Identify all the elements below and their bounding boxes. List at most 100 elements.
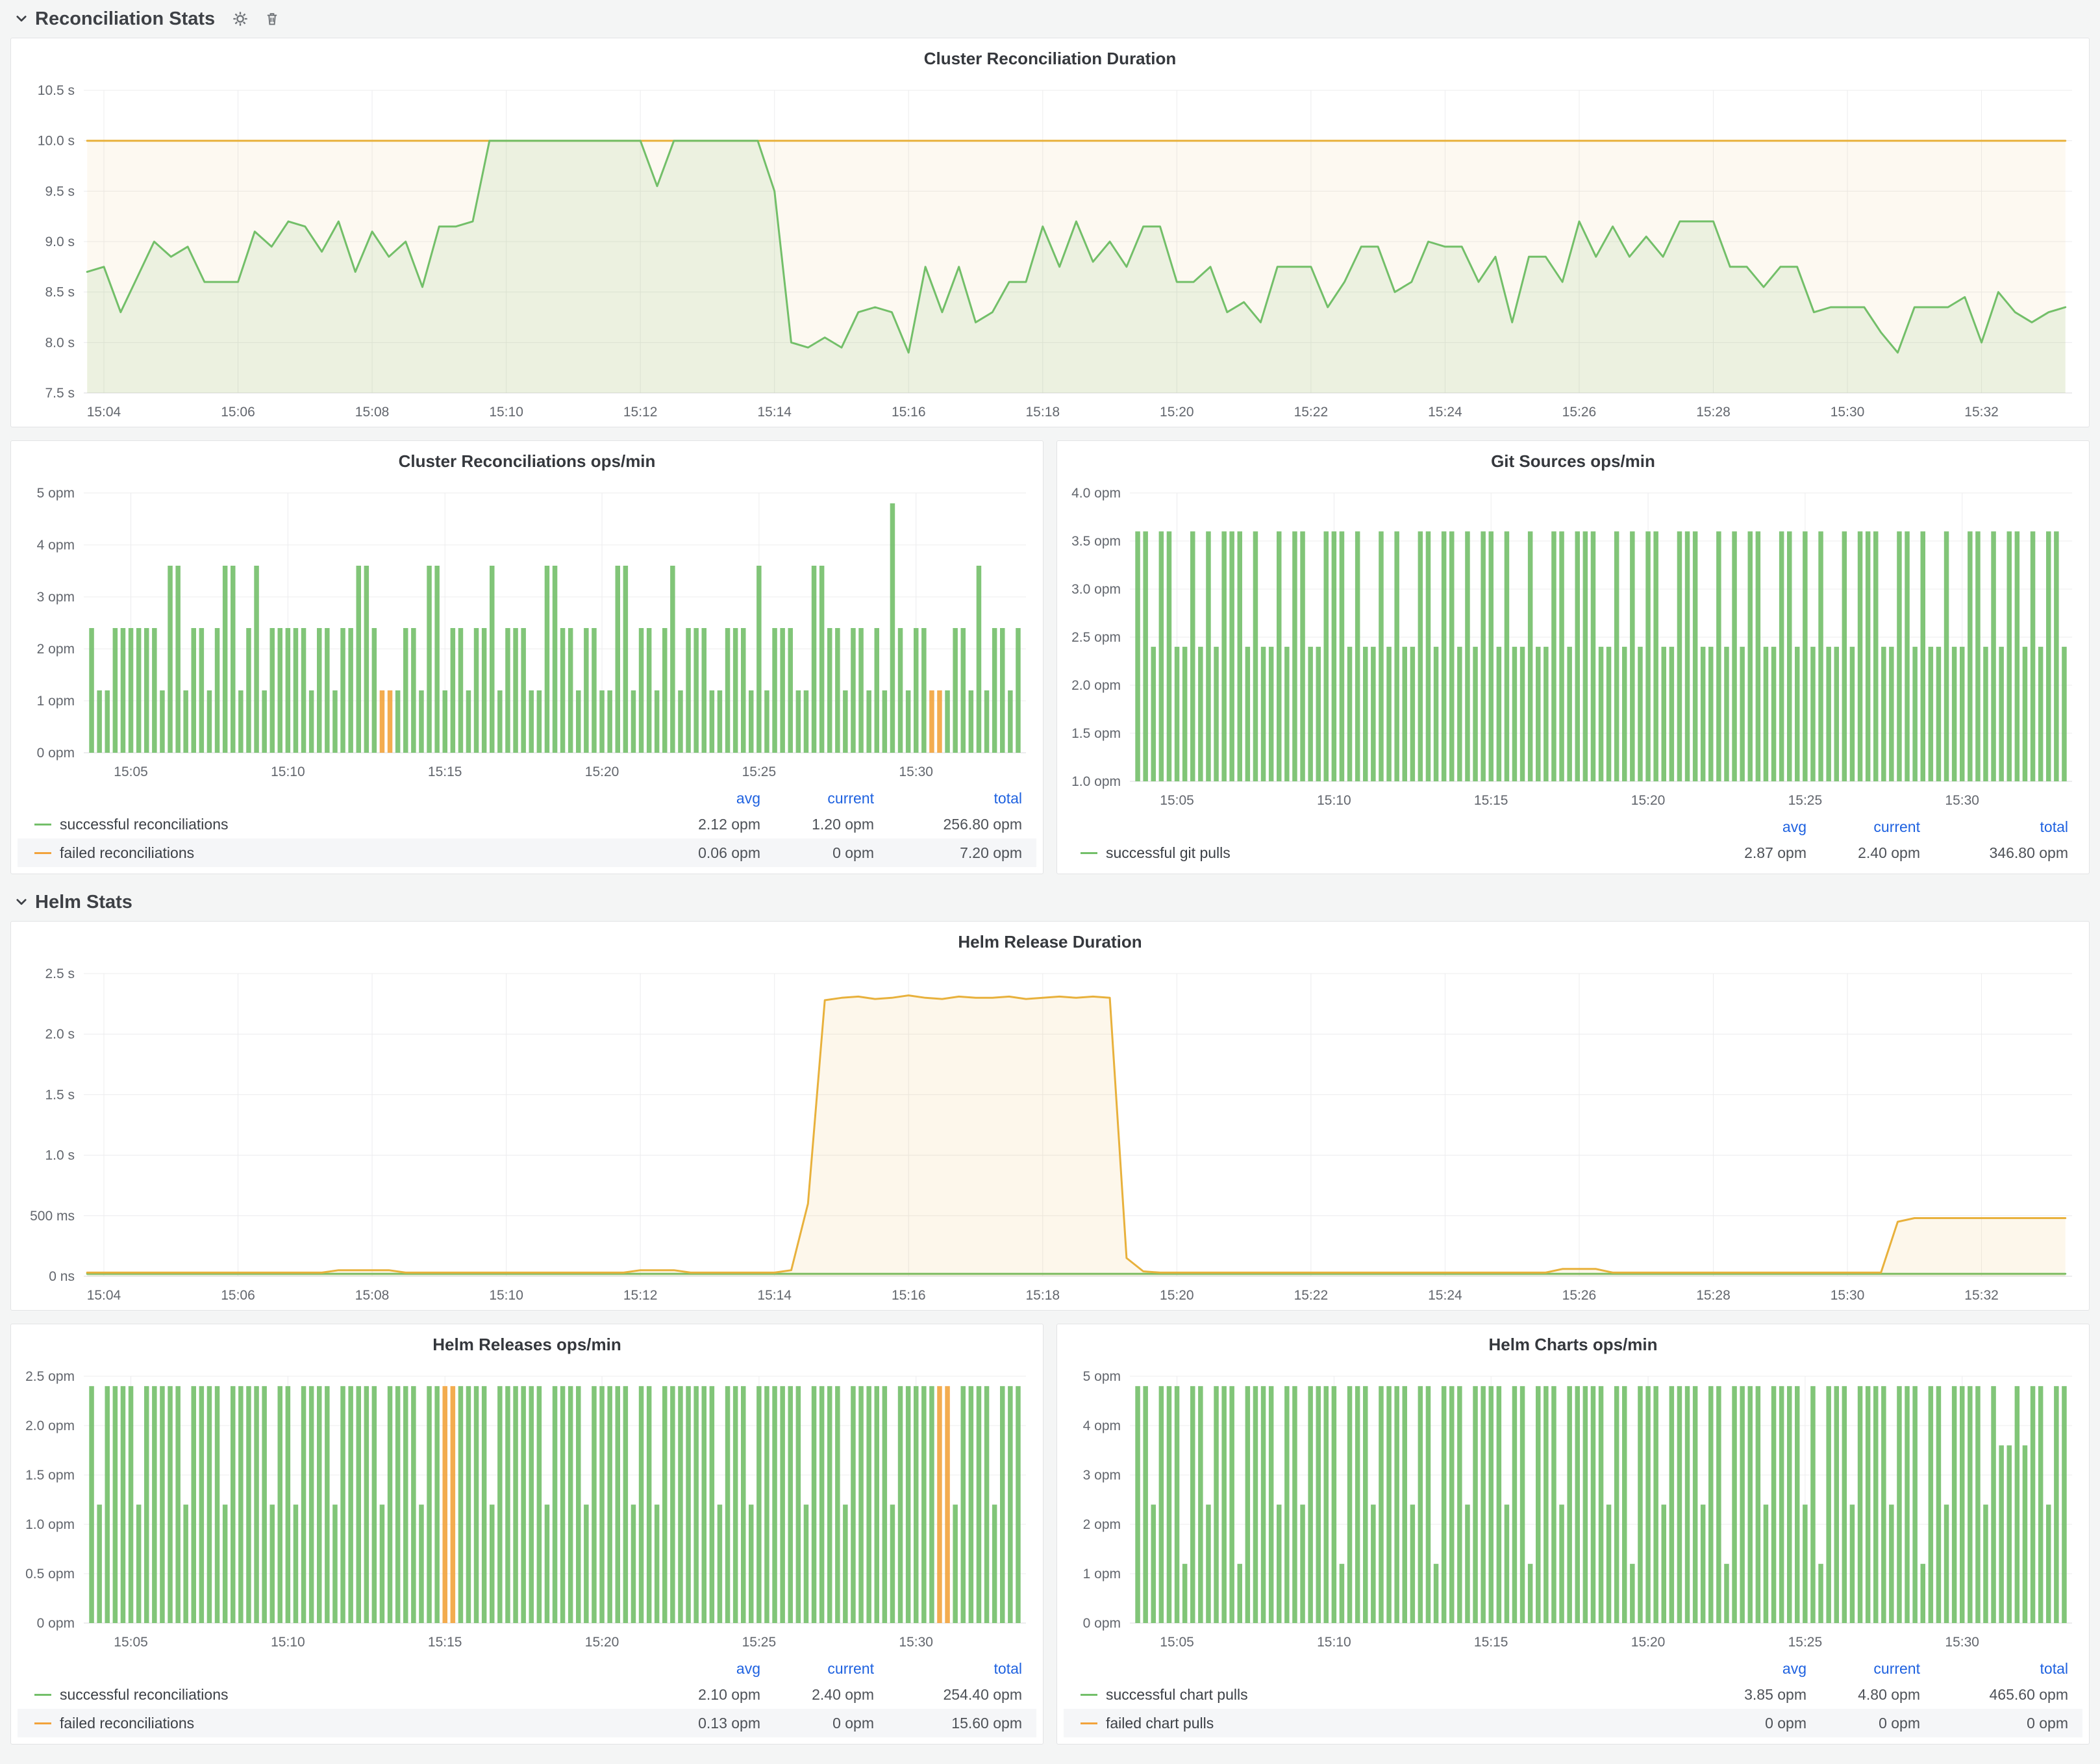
grafana-dashboard: Reconciliation Stats Cluster Reconciliat… bbox=[0, 0, 2100, 1764]
x-axis-label: 15:06 bbox=[221, 405, 255, 420]
y-axis-label: 1 opm bbox=[1083, 1567, 1121, 1581]
legend-row-successful-reconciliations: successful reconciliations 2.10 opm 2.40… bbox=[18, 1680, 1036, 1709]
y-axis-label: 5 opm bbox=[37, 486, 75, 501]
y-axis-label: 9.5 s bbox=[45, 184, 75, 199]
series-color-dash-orange bbox=[34, 852, 51, 854]
total-value: 7.20 opm bbox=[874, 844, 1022, 862]
x-axis-label: 15:08 bbox=[355, 405, 390, 420]
x-axis-label: 15:12 bbox=[623, 1288, 658, 1303]
x-axis-label: 15:20 bbox=[1160, 405, 1194, 420]
section-header-helm-stats[interactable]: Helm Stats bbox=[10, 883, 2090, 921]
chevron-down-icon[interactable] bbox=[14, 12, 29, 26]
series-name[interactable]: failed reconciliations bbox=[60, 1715, 194, 1732]
x-axis-label: 15:05 bbox=[1160, 1635, 1194, 1650]
series-color-dash-green bbox=[34, 1694, 51, 1696]
y-axis-label: 3.5 opm bbox=[1071, 534, 1121, 549]
x-axis-label: 15:05 bbox=[114, 1635, 148, 1650]
chart-helm-release-duration[interactable]: 15:0415:0615:0815:1015:1215:1415:1615:18… bbox=[11, 962, 2089, 1310]
series-toggle-failed-reconciliations[interactable]: failed reconciliations bbox=[34, 1715, 631, 1732]
panel-title-cluster-reconciliations-opm[interactable]: Cluster Reconciliations ops/min bbox=[11, 441, 1043, 481]
current-value: 2.40 opm bbox=[1806, 844, 1920, 862]
series-name[interactable]: failed reconciliations bbox=[60, 844, 194, 862]
x-axis-label: 15:20 bbox=[1631, 1635, 1666, 1650]
legend-col-current[interactable]: current bbox=[1806, 1660, 1920, 1678]
y-axis-label: 10.0 s bbox=[38, 134, 75, 149]
legend-col-total[interactable]: total bbox=[1920, 818, 2068, 836]
series-name[interactable]: successful reconciliations bbox=[60, 1686, 229, 1704]
avg-value: 2.12 opm bbox=[631, 816, 760, 833]
series-name[interactable]: successful reconciliations bbox=[60, 816, 229, 833]
y-axis-label: 2.0 s bbox=[45, 1027, 75, 1042]
y-axis-label: 3.0 opm bbox=[1071, 582, 1121, 597]
x-axis-label: 15:18 bbox=[1026, 405, 1060, 420]
series-toggle-successful-reconciliations[interactable]: successful reconciliations bbox=[34, 1686, 631, 1704]
gear-icon[interactable] bbox=[232, 10, 249, 27]
panel-title-helm-charts-opm[interactable]: Helm Charts ops/min bbox=[1057, 1324, 2089, 1365]
x-axis-label: 15:16 bbox=[892, 1288, 926, 1303]
x-axis-label: 15:28 bbox=[1696, 1288, 1731, 1303]
panel-title-cluster-reconciliation-duration[interactable]: Cluster Reconciliation Duration bbox=[11, 38, 2089, 79]
series-name[interactable]: successful chart pulls bbox=[1106, 1686, 1248, 1704]
x-axis-label: 15:20 bbox=[585, 764, 619, 779]
total-value: 346.80 opm bbox=[1920, 844, 2068, 862]
x-axis-label: 15:22 bbox=[1294, 1288, 1329, 1303]
legend-header-row: avg current total bbox=[18, 787, 1036, 810]
legend-col-current[interactable]: current bbox=[760, 1660, 874, 1678]
legend-col-total[interactable]: total bbox=[874, 1660, 1022, 1678]
x-axis-label: 15:04 bbox=[87, 405, 121, 420]
legend-col-total[interactable]: total bbox=[874, 790, 1022, 807]
chevron-down-icon[interactable] bbox=[14, 895, 29, 909]
y-axis-label: 1.0 opm bbox=[25, 1517, 75, 1532]
x-axis-label: 15:10 bbox=[271, 1635, 305, 1650]
legend-col-avg[interactable]: avg bbox=[1677, 1660, 1806, 1678]
legend-row-failed-chart-pulls: failed chart pulls 0 opm 0 opm 0 opm bbox=[1064, 1709, 2082, 1737]
series-toggle-failed-chart-pulls[interactable]: failed chart pulls bbox=[1081, 1715, 1677, 1732]
y-axis-label: 1.0 s bbox=[45, 1148, 75, 1163]
x-axis-label: 15:24 bbox=[1428, 1288, 1462, 1303]
x-axis-label: 15:30 bbox=[899, 1635, 933, 1650]
legend-col-total[interactable]: total bbox=[1920, 1660, 2068, 1678]
series-toggle-successful-chart-pulls[interactable]: successful chart pulls bbox=[1081, 1686, 1677, 1704]
panel-title-git-sources-opm[interactable]: Git Sources ops/min bbox=[1057, 441, 2089, 481]
legend-col-current[interactable]: current bbox=[1806, 818, 1920, 836]
x-axis-label: 15:20 bbox=[1160, 1288, 1194, 1303]
legend-row-failed-reconciliations: failed reconciliations 0.06 opm 0 opm 7.… bbox=[18, 838, 1036, 867]
series-name[interactable]: successful git pulls bbox=[1106, 844, 1231, 862]
section-header-reconciliation-stats[interactable]: Reconciliation Stats bbox=[10, 0, 2090, 38]
x-axis-label: 15:08 bbox=[355, 1288, 390, 1303]
chart-cluster-reconciliations-opm[interactable]: 15:0515:1015:1515:2015:2515:305 opm4 opm… bbox=[11, 481, 1043, 787]
x-axis-label: 15:15 bbox=[1474, 1635, 1508, 1650]
y-axis-label: 10.5 s bbox=[38, 83, 75, 98]
legend-col-avg[interactable]: avg bbox=[631, 1660, 760, 1678]
series-toggle-successful-reconciliations[interactable]: successful reconciliations bbox=[34, 816, 631, 833]
avg-value: 2.87 opm bbox=[1677, 844, 1806, 862]
panel-helm-release-duration: Helm Release Duration 15:0415:0615:0815:… bbox=[10, 921, 2090, 1311]
total-value: 256.80 opm bbox=[874, 816, 1022, 833]
x-axis-label: 15:32 bbox=[1964, 1288, 1999, 1303]
section-title-reconciliation-stats[interactable]: Reconciliation Stats bbox=[35, 8, 215, 30]
panel-title-helm-releases-opm[interactable]: Helm Releases ops/min bbox=[11, 1324, 1043, 1365]
chart-cluster-reconciliation-duration[interactable]: 15:0415:0615:0815:1015:1215:1415:1615:18… bbox=[11, 79, 2089, 427]
panel-cluster-reconciliations-opm: Cluster Reconciliations ops/min 15:0515:… bbox=[10, 440, 1044, 874]
current-value: 0 opm bbox=[1806, 1715, 1920, 1732]
legend-col-current[interactable]: current bbox=[760, 790, 874, 807]
chart-helm-releases-opm[interactable]: 15:0515:1015:1515:2015:2515:302.5 opm2.0… bbox=[11, 1365, 1043, 1657]
current-value: 0 opm bbox=[760, 844, 874, 862]
legend-col-avg[interactable]: avg bbox=[1677, 818, 1806, 836]
panel-title-helm-release-duration[interactable]: Helm Release Duration bbox=[11, 922, 2089, 962]
chart-git-sources-opm[interactable]: 15:0515:1015:1515:2015:2515:304.0 opm3.5… bbox=[1057, 481, 2089, 815]
cluster_reconciliations_opm-svg: 15:0515:1015:1515:2015:2515:305 opm4 opm… bbox=[11, 481, 1043, 787]
legend-git-sources: avg current total successful git pulls 2… bbox=[1057, 815, 2089, 874]
series-toggle-successful-git-pulls[interactable]: successful git pulls bbox=[1081, 844, 1677, 862]
section-title-helm-stats[interactable]: Helm Stats bbox=[35, 892, 132, 913]
avg-value: 3.85 opm bbox=[1677, 1686, 1806, 1704]
series-toggle-failed-reconciliations[interactable]: failed reconciliations bbox=[34, 844, 631, 862]
x-axis-label: 15:14 bbox=[757, 1288, 792, 1303]
trash-icon[interactable] bbox=[264, 11, 280, 27]
legend-helm-charts: avg current total successful chart pulls… bbox=[1057, 1657, 2089, 1744]
chart-helm-charts-opm[interactable]: 15:0515:1015:1515:2015:2515:305 opm4 opm… bbox=[1057, 1365, 2089, 1657]
x-axis-label: 15:20 bbox=[585, 1635, 619, 1650]
y-axis-label: 0 opm bbox=[1083, 1616, 1121, 1631]
series-name[interactable]: failed chart pulls bbox=[1106, 1715, 1214, 1732]
legend-col-avg[interactable]: avg bbox=[631, 790, 760, 807]
